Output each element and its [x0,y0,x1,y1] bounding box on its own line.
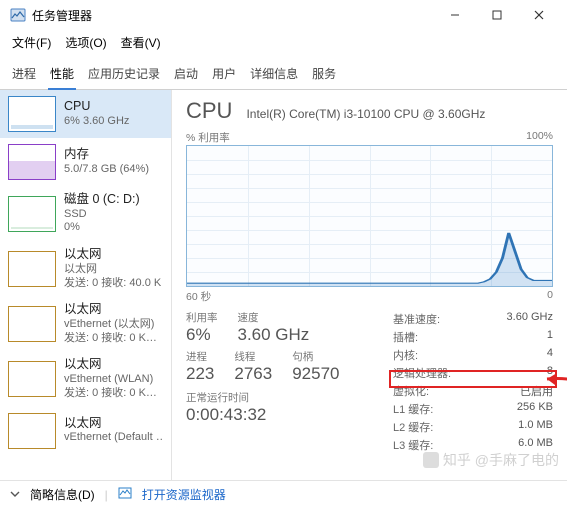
sockets-value: 1 [547,329,553,345]
titlebar: 任务管理器 [0,0,567,30]
detail-model: Intel(R) Core(TM) i3-10100 CPU @ 3.60GHz [246,107,485,121]
util-label: 利用率 [186,310,218,325]
sidebar-item-label: 磁盘 0 (C: D:) [64,192,140,208]
tab-startup[interactable]: 启动 [172,61,200,89]
logical-procs-label: 逻辑处理器: [393,365,451,381]
sidebar-item-ethernet-1[interactable]: 以太网 vEthernet (以太网) 发送: 0 接收: 0 Kbps [0,296,171,351]
sidebar-item-sub2: 发送: 0 接收: 0 Kbps [64,332,163,346]
chevron-down-icon[interactable] [10,488,20,502]
sidebar-item-sub: SSD [64,208,140,222]
cpu-line-icon [187,146,552,286]
sidebar-item-ethernet-3[interactable]: 以太网 vEthernet (Default … [0,407,171,455]
menu-bar: 文件(F) 选项(O) 查看(V) [0,30,567,57]
chart-top-right-label: 100% [526,130,553,145]
sidebar-item-sub: vEthernet (以太网) [64,318,163,332]
minimize-button[interactable] [435,1,475,29]
detail-title: CPU [186,98,232,124]
status-bar: 简略信息(D) | 打开资源监视器 [0,480,567,508]
sidebar-item-label: 以太网 [64,416,163,432]
sidebar-item-sub2: 0% [64,221,140,235]
util-value: 6% [186,325,218,345]
sidebar-item-sub: 5.0/7.8 GB (64%) [64,163,149,177]
virtualization-label: 虚拟化: [393,383,429,399]
performance-sidebar[interactable]: CPU 6% 3.60 GHz 内存 5.0/7.8 GB (64%) 磁盘 0… [0,90,172,480]
tab-performance[interactable]: 性能 [48,61,76,90]
sidebar-item-sub: vEthernet (Default … [64,431,163,445]
l3-cache-label: L3 缓存: [393,437,433,453]
uptime-value: 0:00:43:32 [186,405,375,425]
speed-value: 3.60 GHz [238,325,310,345]
virtualization-value: 已启用 [520,383,553,399]
sockets-label: 插槽: [393,329,418,345]
sidebar-item-sub: 6% 3.60 GHz [64,115,129,129]
maximize-button[interactable] [477,1,517,29]
ethernet-thumbnail-icon [8,361,56,397]
menu-file[interactable]: 文件(F) [6,32,57,53]
tab-services[interactable]: 服务 [310,61,338,89]
sidebar-item-label: 以太网 [64,357,163,373]
tab-app-history[interactable]: 应用历史记录 [86,61,162,89]
handles-label: 句柄 [292,349,339,364]
window-title: 任务管理器 [32,7,92,24]
cores-value: 4 [547,347,553,363]
uptime-label: 正常运行时间 [186,390,375,405]
cpu-specs: 基准速度:3.60 GHz 插槽:1 内核:4 逻辑处理器:8 虚拟化:已启用 … [393,310,553,454]
performance-detail: CPU Intel(R) Core(TM) i3-10100 CPU @ 3.6… [172,90,567,480]
l1-cache-label: L1 缓存: [393,401,433,417]
tab-processes[interactable]: 进程 [10,61,38,89]
base-speed-label: 基准速度: [393,311,440,327]
l2-cache-value: 1.0 MB [518,419,553,435]
processes-label: 进程 [186,349,214,364]
processes-value: 223 [186,364,214,384]
disk-thumbnail-icon [8,196,56,232]
sidebar-item-label: CPU [64,99,129,115]
menu-view[interactable]: 查看(V) [115,32,167,53]
sidebar-item-sub2: 发送: 0 接收: 40.0 K [64,277,161,291]
sidebar-item-cpu[interactable]: CPU 6% 3.60 GHz [0,90,171,138]
sidebar-item-memory[interactable]: 内存 5.0/7.8 GB (64%) [0,138,171,186]
menu-options[interactable]: 选项(O) [59,32,112,53]
cpu-utilization-chart[interactable] [186,145,553,287]
l3-cache-value: 6.0 MB [518,437,553,453]
l2-cache-label: L2 缓存: [393,419,433,435]
threads-value: 2763 [234,364,272,384]
ethernet-thumbnail-icon [8,306,56,342]
logical-procs-value: 8 [547,365,553,381]
tab-users[interactable]: 用户 [210,61,238,89]
sidebar-item-ethernet-0[interactable]: 以太网 以太网 发送: 0 接收: 40.0 K [0,241,171,296]
brief-info-link[interactable]: 简略信息(D) [30,486,95,503]
base-speed-value: 3.60 GHz [507,311,553,327]
tab-details[interactable]: 详细信息 [248,61,300,89]
tab-bar: 进程 性能 应用历史记录 启动 用户 详细信息 服务 [0,57,567,90]
chart-bottom-left-label: 60 秒 [186,289,211,304]
sidebar-item-sub: 以太网 [64,263,161,277]
chart-bottom-right-label: 0 [547,289,553,304]
l1-cache-value: 256 KB [517,401,553,417]
sidebar-item-label: 内存 [64,147,149,163]
ethernet-thumbnail-icon [8,413,56,449]
sidebar-item-label: 以太网 [64,302,163,318]
threads-label: 线程 [234,349,272,364]
sidebar-item-sub: vEthernet (WLAN) [64,373,163,387]
cpu-thumbnail-icon [8,96,56,132]
cores-label: 内核: [393,347,418,363]
ethernet-thumbnail-icon [8,251,56,287]
resmon-icon [118,486,132,503]
sidebar-item-disk[interactable]: 磁盘 0 (C: D:) SSD 0% [0,186,171,241]
memory-thumbnail-icon [8,144,56,180]
speed-label: 速度 [238,310,310,325]
app-icon [10,7,26,23]
open-resource-monitor-link[interactable]: 打开资源监视器 [142,486,226,503]
handles-value: 92570 [292,364,339,384]
sidebar-item-label: 以太网 [64,247,161,263]
sidebar-item-ethernet-2[interactable]: 以太网 vEthernet (WLAN) 发送: 0 接收: 0 Kbps [0,351,171,406]
sidebar-item-sub2: 发送: 0 接收: 0 Kbps [64,387,163,401]
chart-top-left-label: % 利用率 [186,130,230,145]
close-button[interactable] [519,1,559,29]
